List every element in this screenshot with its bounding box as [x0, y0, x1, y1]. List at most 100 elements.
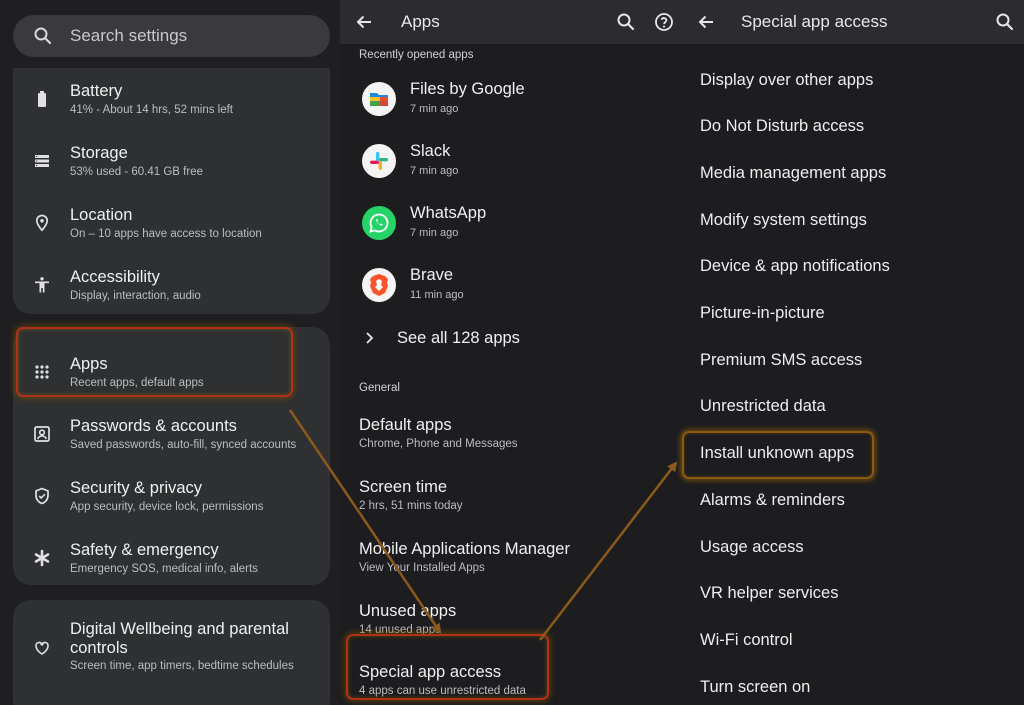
search-placeholder: Search settings — [70, 26, 188, 45]
special-item-device-app-notifications[interactable]: Device & app notifications — [700, 257, 890, 287]
app-name: WhatsApp — [410, 204, 487, 222]
special-item-unrestricted-data[interactable]: Unrestricted data — [700, 397, 826, 427]
apps-panel: Apps Recently opened apps Files by Googl… — [340, 0, 684, 705]
special-item-vr-helper-services[interactable]: VR helper services — [700, 584, 838, 614]
settings-item-title: Location — [70, 206, 133, 224]
apps-item-subtitle: 4 apps can use unrestricted data — [359, 685, 526, 697]
special-item-turn-screen-on[interactable]: Turn screen on — [700, 678, 810, 705]
location-icon — [33, 214, 51, 232]
recent-app-row[interactable]: Files by Google 7 min ago — [340, 70, 684, 130]
app-last-opened: 7 min ago — [410, 227, 459, 239]
special-top-bar: Special app access — [684, 0, 1024, 44]
section-label-recent: Recently opened apps — [359, 49, 474, 61]
accessibility-icon — [33, 276, 51, 294]
whatsapp-icon — [362, 206, 396, 240]
search-settings-bar[interactable]: Search settings — [13, 15, 330, 57]
app-last-opened: 7 min ago — [410, 103, 459, 115]
settings-item-subtitle: App security, device lock, permissions — [70, 501, 264, 513]
slack-icon — [362, 144, 396, 178]
apps-item-title: Mobile Applications Manager — [359, 540, 570, 558]
apps-top-bar: Apps — [340, 0, 684, 44]
account-box-icon — [33, 425, 51, 443]
apps-item-title: Screen time — [359, 478, 448, 496]
settings-item-storage[interactable]: Storage 53% used - 60.41 GB free — [13, 136, 330, 196]
settings-item-title: Safety & emergency — [70, 541, 219, 559]
see-all-apps-link[interactable]: See all 128 apps — [340, 322, 684, 356]
settings-item-subtitle: 41% - About 14 hrs, 52 mins left — [70, 104, 234, 116]
back-arrow-icon[interactable] — [354, 12, 374, 32]
special-item-alarms-reminders[interactable]: Alarms & reminders — [700, 491, 845, 521]
apps-item-title: Unused apps — [359, 602, 457, 620]
apps-item-default-apps[interactable]: Default apps Chrome, Phone and Messages — [340, 408, 684, 464]
special-item-usage-access[interactable]: Usage access — [700, 538, 804, 568]
apps-item-screen-time[interactable]: Screen time 2 hrs, 51 mins today — [340, 470, 684, 526]
special-item-display-over-other-apps[interactable]: Display over other apps — [700, 71, 873, 101]
special-app-access-panel: Special app access Display over other ap… — [684, 0, 1024, 705]
special-item-do-not-disturb-access[interactable]: Do Not Disturb access — [700, 117, 864, 147]
recent-app-row[interactable]: WhatsApp 7 min ago — [340, 194, 684, 254]
special-item-modify-system-settings[interactable]: Modify system settings — [700, 211, 867, 241]
app-last-opened: 7 min ago — [410, 165, 459, 177]
search-icon — [34, 27, 52, 45]
app-last-opened: 11 min ago — [410, 289, 464, 301]
settings-card-apps: Apps Recent apps, default apps Passwords… — [13, 327, 330, 585]
settings-item-title-line2: controls — [70, 639, 128, 657]
app-name: Slack — [410, 142, 451, 160]
settings-item-location[interactable]: Location On – 10 apps have access to loc… — [13, 198, 330, 258]
back-arrow-icon[interactable] — [696, 12, 716, 32]
settings-item-battery[interactable]: Battery 41% - About 14 hrs, 52 mins left — [13, 74, 330, 134]
special-item-picture-in-picture[interactable]: Picture-in-picture — [700, 304, 825, 334]
apps-item-subtitle: Chrome, Phone and Messages — [359, 438, 518, 450]
settings-item-safety-emergency[interactable]: Safety & emergency Emergency SOS, medica… — [13, 533, 330, 593]
apps-grid-icon — [33, 363, 51, 381]
settings-item-subtitle: 53% used - 60.41 GB free — [70, 166, 203, 178]
settings-item-title: Security & privacy — [70, 479, 203, 497]
settings-item-apps[interactable]: Apps Recent apps, default apps — [13, 347, 330, 407]
settings-item-title: Accessibility — [70, 268, 160, 286]
apps-item-special-app-access[interactable]: Special app access 4 apps can use unrest… — [340, 655, 684, 705]
page-title: Apps — [401, 12, 440, 31]
settings-item-title: Passwords & accounts — [70, 417, 237, 435]
storage-icon — [33, 152, 51, 170]
special-item-install-unknown-apps[interactable]: Install unknown apps — [700, 444, 854, 474]
settings-item-title: Storage — [70, 144, 128, 162]
see-all-apps-label: See all 128 apps — [397, 329, 520, 347]
settings-item-subtitle: Screen time, app timers, bedtime schedul… — [70, 660, 294, 672]
special-item-wi-fi-control[interactable]: Wi-Fi control — [700, 631, 793, 661]
files-by-google-icon — [362, 82, 396, 116]
help-icon[interactable] — [654, 12, 674, 32]
settings-item-digital-wellbeing[interactable]: Digital Wellbeing and parental controls … — [13, 618, 330, 698]
apps-item-title: Default apps — [359, 416, 452, 434]
settings-item-subtitle: Display, interaction, audio — [70, 290, 201, 302]
settings-item-subtitle: Recent apps, default apps — [70, 377, 204, 389]
apps-item-subtitle: 14 unused apps — [359, 624, 441, 636]
settings-item-subtitle: Emergency SOS, medical info, alerts — [70, 563, 258, 575]
settings-item-title: Battery — [70, 82, 123, 100]
settings-panel: Search settings Battery 41% - About 14 h… — [0, 0, 340, 705]
battery-icon — [33, 90, 51, 108]
settings-card-wellbeing: Digital Wellbeing and parental controls … — [13, 600, 330, 705]
apps-item-subtitle: View Your Installed Apps — [359, 562, 485, 574]
apps-item-mobile-applications-manager[interactable]: Mobile Applications Manager View Your In… — [340, 532, 684, 588]
special-item-media-management-apps[interactable]: Media management apps — [700, 164, 886, 194]
special-item-premium-sms-access[interactable]: Premium SMS access — [700, 351, 862, 381]
settings-item-title: Digital Wellbeing and parental — [70, 620, 289, 638]
search-icon[interactable] — [616, 12, 636, 32]
brave-icon — [362, 268, 396, 302]
recent-app-row[interactable]: Slack 7 min ago — [340, 132, 684, 192]
settings-item-passwords-accounts[interactable]: Passwords & accounts Saved passwords, au… — [13, 409, 330, 469]
app-name: Brave — [410, 266, 454, 284]
settings-item-accessibility[interactable]: Accessibility Display, interaction, audi… — [13, 260, 330, 320]
wellbeing-icon — [33, 638, 51, 656]
settings-card-device: Battery 41% - About 14 hrs, 52 mins left… — [13, 68, 330, 314]
shield-icon — [33, 487, 51, 505]
apps-item-title: Special app access — [359, 663, 502, 681]
apps-item-unused-apps[interactable]: Unused apps 14 unused apps — [340, 594, 684, 650]
settings-item-security-privacy[interactable]: Security & privacy App security, device … — [13, 471, 330, 531]
search-icon[interactable] — [995, 12, 1015, 32]
apps-item-subtitle: 2 hrs, 51 mins today — [359, 500, 463, 512]
recent-app-row[interactable]: Brave 11 min ago — [340, 256, 684, 316]
page-title: Special app access — [741, 12, 888, 31]
settings-item-subtitle: Saved passwords, auto-fill, synced accou… — [70, 439, 297, 451]
asterisk-icon — [33, 549, 51, 567]
